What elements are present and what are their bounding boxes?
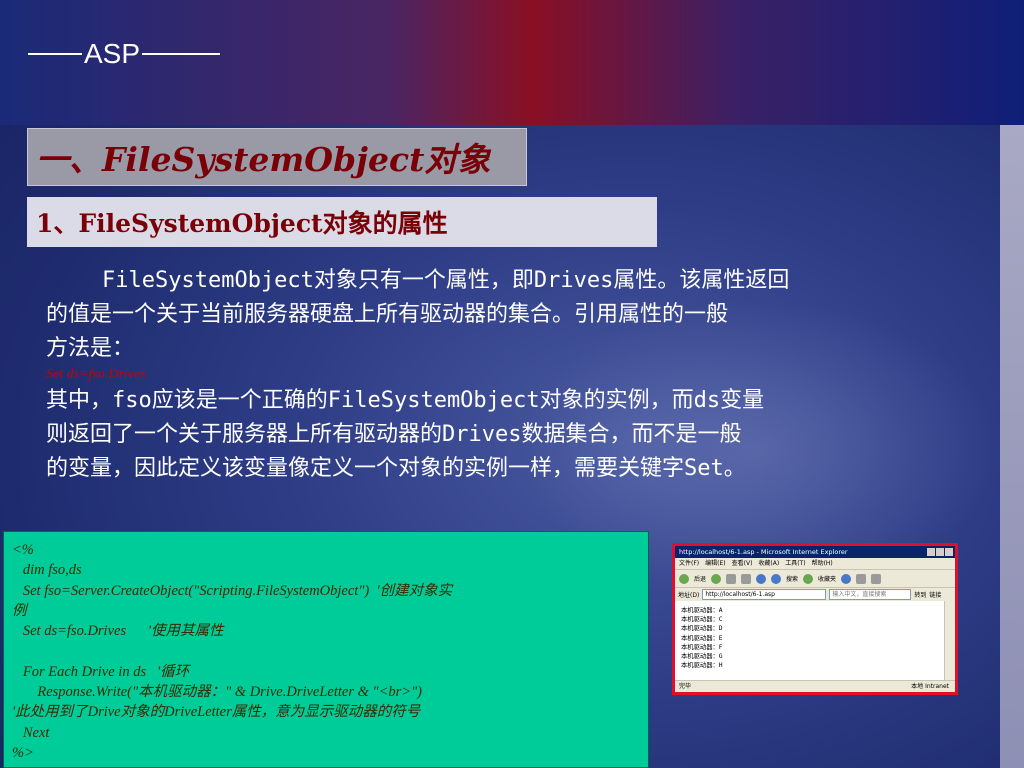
search-label: 搜索 [786, 576, 799, 583]
body-line: 其中，fso应该是一个正确的FileSystemObject对象的实例，而ds变… [46, 388, 765, 413]
maximize-icon [936, 548, 944, 556]
menu-help: 帮助(H) [811, 560, 833, 567]
address-label: 地址(D) [678, 592, 700, 599]
code-line: For Each Drive in ds '循环 [12, 663, 190, 680]
browser-menu-bar: 文件(F) 编辑(E) 查看(V) 收藏(A) 工具(T) 帮助(H) [675, 558, 955, 570]
header-title: ASP [84, 38, 141, 69]
status-text: 完毕 [679, 683, 692, 690]
body-line: 则返回了一个关于服务器上所有驱动器的Drives数据集合，而不是一般 [46, 422, 742, 447]
browser-screenshot: http://localhost/6-1.asp - Microsoft Int… [672, 543, 958, 695]
code-line: '此处用到了Drive对象的DriveLetter属性，意为显示驱动器的符号 [12, 704, 421, 721]
back-label: 后退 [694, 576, 707, 583]
code-listing: <% dim fso,ds Set fso=Server.CreateObjec… [3, 531, 649, 768]
address-field: http://localhost/6-1.asp [702, 589, 827, 600]
search-icon [771, 573, 782, 584]
code-line: Response.Write("本机驱动器：" & Drive.DriveLet… [12, 684, 422, 701]
browser-title-bar: http://localhost/6-1.asp - Microsoft Int… [675, 546, 955, 558]
subsection-title: 1、FileSystemObject对象的属性 [36, 209, 448, 238]
media-icon [841, 573, 852, 584]
menu-file: 文件(F) [679, 560, 700, 567]
browser-address-bar: 地址(D) http://localhost/6-1.asp 输入中文，直接搜索… [675, 588, 955, 602]
body-line: 的值是一个关于当前服务器硬盘上所有驱动器的集合。引用属性的一般 [46, 302, 729, 327]
output-line: 本机驱动器：H [681, 662, 723, 670]
code-line: Set ds=fso.Drives '使用其属性 [12, 623, 224, 640]
section-title: 一、FileSystemObject对象 [36, 140, 491, 179]
body-line: 方法是： [46, 336, 135, 361]
menu-edit: 编辑(E) [705, 560, 726, 567]
body-line: 的变量，因此定义该变量像定义一个对象的实例一样，需要关键字Set。 [46, 456, 746, 481]
browser-window-title: http://localhost/6-1.asp - Microsoft Int… [679, 548, 848, 556]
print-icon [871, 573, 882, 584]
menu-favorites: 收藏(A) [758, 560, 780, 567]
home-icon [756, 573, 767, 584]
subsection-title-box: 1、FileSystemObject对象的属性 [27, 197, 657, 247]
header-rule-right [142, 53, 221, 55]
refresh-icon [741, 573, 752, 584]
output-line: 本机驱动器：A [681, 607, 723, 614]
browser-content: 本机驱动器：A 本机驱动器：C 本机驱动器：D 本机驱动器：E 本机驱动器：F … [675, 601, 945, 681]
goto-button: 转到 [914, 592, 927, 599]
output-line: 本机驱动器：E [681, 634, 723, 642]
output-line: 本机驱动器：C [681, 616, 723, 624]
body-line: FileSystemObject对象只有一个属性，即Drives属性。该属性返回 [102, 268, 790, 293]
code-line: <% [12, 542, 34, 558]
output-line: 本机驱动器：G [681, 653, 723, 661]
header-rule-left [28, 53, 82, 55]
slide: ASP 一、FileSystemObject对象 1、FileSystemObj… [0, 0, 1024, 768]
minimize-icon [927, 548, 935, 556]
stop-icon [726, 573, 737, 584]
close-icon [945, 548, 953, 556]
code-line: Set fso=Server.CreateObject("Scripting.F… [12, 582, 453, 599]
code-line: dim fso,ds [12, 562, 82, 579]
links-label: 链接 [929, 592, 942, 599]
code-line: 例 [12, 602, 27, 619]
code-line: Next [12, 724, 50, 741]
browser-toolbar: 后退 搜索 收藏夹 [675, 570, 955, 588]
menu-tools: 工具(T) [785, 560, 806, 567]
inline-code: Set ds=fso.Drives [46, 367, 146, 382]
browser-scrollbar [944, 601, 955, 681]
back-icon [679, 573, 689, 584]
favorites-label: 收藏夹 [818, 576, 837, 583]
favorites-icon [803, 573, 814, 584]
right-side-strip [1000, 125, 1024, 768]
search-field: 输入中文，直接搜索 [829, 589, 912, 600]
menu-view: 查看(V) [731, 560, 753, 567]
body-text: FileSystemObject对象只有一个属性，即Drives属性。该属性返回… [46, 264, 976, 486]
mail-icon [856, 573, 867, 584]
section-title-box: 一、FileSystemObject对象 [27, 128, 527, 186]
window-buttons [927, 548, 953, 556]
code-line: %> [12, 744, 34, 761]
status-zone: 本地 Intranet [911, 683, 949, 690]
output-line: 本机驱动器：D [681, 625, 723, 633]
slide-header: ASP [28, 38, 221, 70]
browser-status-bar: 完毕 本地 Intranet [675, 680, 955, 692]
output-line: 本机驱动器：F [681, 643, 723, 651]
forward-icon [711, 573, 722, 584]
